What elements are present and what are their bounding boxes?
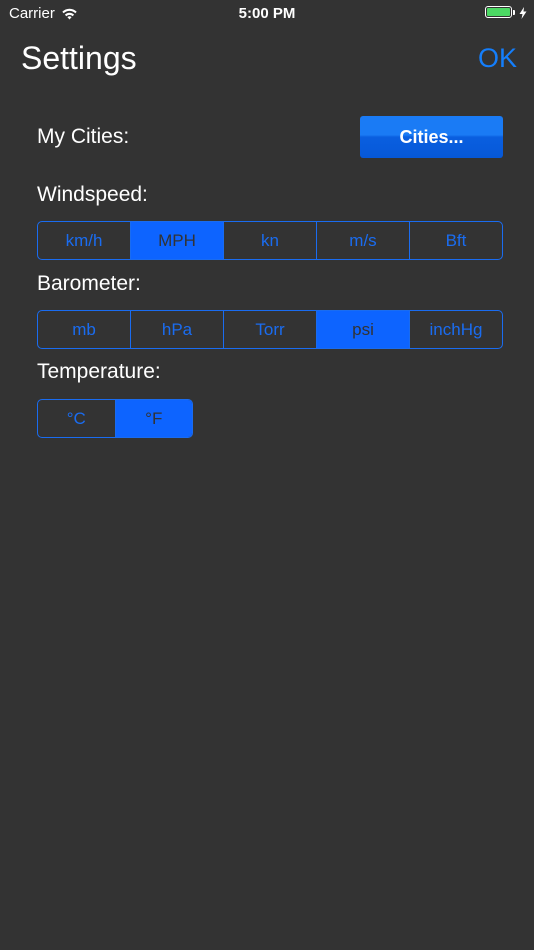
temperature-option-celsius[interactable]: °C (38, 400, 115, 437)
windspeed-option-kn[interactable]: kn (223, 222, 316, 259)
my-cities-label: My Cities: (37, 125, 130, 148)
barometer-option-psi[interactable]: psi (316, 311, 409, 348)
battery-indicator (485, 6, 527, 19)
battery-tip (513, 9, 515, 15)
windspeed-option-ms[interactable]: m/s (316, 222, 409, 259)
temperature-option-fahrenheit[interactable]: °F (114, 400, 192, 437)
windspeed-label: Windspeed: (37, 183, 148, 206)
battery-icon (485, 6, 512, 18)
windspeed-option-bft[interactable]: Bft (409, 222, 502, 259)
clock: 5:00 PM (238, 5, 296, 22)
settings-screen: Carrier 5:00 PM Settings OK My Cities: C… (0, 0, 534, 950)
bolt-icon (519, 6, 527, 19)
temperature-segmented-control: °C °F (37, 399, 193, 438)
barometer-label: Barometer: (37, 272, 141, 295)
status-bar: Carrier 5:00 PM (0, 0, 534, 28)
barometer-option-torr[interactable]: Torr (223, 311, 316, 348)
barometer-option-inchhg[interactable]: inchHg (409, 311, 502, 348)
ok-button[interactable]: OK (478, 43, 517, 74)
cities-button[interactable]: Cities... (360, 116, 503, 158)
windspeed-option-mph[interactable]: MPH (130, 222, 223, 259)
page-title: Settings (21, 40, 137, 76)
windspeed-segmented-control: km/h MPH kn m/s Bft (37, 221, 503, 260)
temperature-label: Temperature: (37, 360, 161, 383)
barometer-segmented-control: mb hPa Torr psi inchHg (37, 310, 503, 349)
barometer-option-mb[interactable]: mb (38, 311, 130, 348)
windspeed-option-kmh[interactable]: km/h (38, 222, 130, 259)
barometer-option-hpa[interactable]: hPa (130, 311, 223, 348)
battery-fill (487, 8, 510, 16)
